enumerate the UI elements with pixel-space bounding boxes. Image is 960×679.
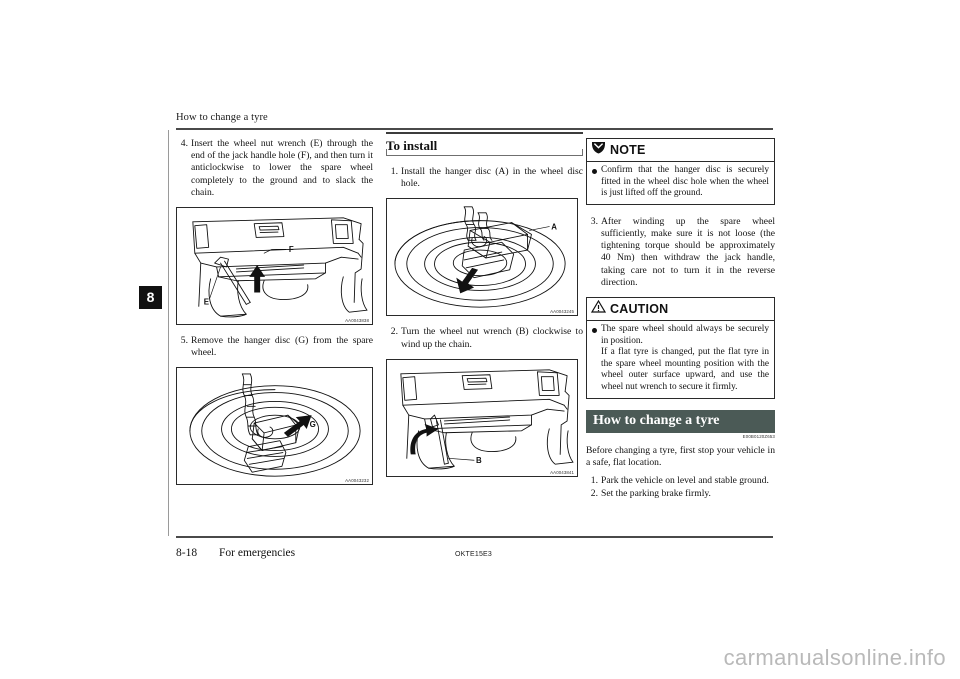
change-tyre-steps: 1. Park the vehicle on level and stable … xyxy=(586,475,775,500)
list-item: 2. Turn the wheel nut wrench (B) clockwi… xyxy=(386,326,583,350)
list-item: 3. After winding up the spare wheel suff… xyxy=(586,216,775,289)
figure-1-label-f: F xyxy=(289,245,294,254)
section-rule-bottom xyxy=(386,155,583,156)
caution-body: The spare wheel should always be securel… xyxy=(587,321,774,398)
install-step-2-number: 2. xyxy=(390,326,398,338)
section-tick-right xyxy=(582,149,583,156)
install-step-2-list: 2. Turn the wheel nut wrench (B) clockwi… xyxy=(386,326,583,350)
step-4-list: 4. Insert the wheel nut wrench (E) throu… xyxy=(176,138,373,199)
figure-wrench-clockwise: B AA0043841 xyxy=(386,358,578,477)
list-item: 1. Install the hanger disc (A) in the wh… xyxy=(386,166,583,190)
note-body: Confirm that the hanger disc is securely… xyxy=(587,162,774,204)
figure-4-label-b: B xyxy=(476,456,482,465)
figure-1-code: AA0043838 xyxy=(345,318,369,324)
install-step-1-list: 1. Install the hanger disc (A) in the wh… xyxy=(386,166,583,190)
step-4-number: 4. xyxy=(180,138,188,149)
list-item: 2. Set the parking brake firmly. xyxy=(586,488,775,500)
figure-1-label-e: E xyxy=(204,297,209,306)
step-4-text: Insert the wheel nut wrench (E) through … xyxy=(191,138,373,198)
step-3-list: 3. After winding up the spare wheel suff… xyxy=(586,216,775,289)
note-title: NOTE xyxy=(610,143,646,157)
footer-rule xyxy=(176,536,773,538)
install-step-1-number: 1. xyxy=(390,166,398,177)
list-item: 5. Remove the hanger disc (G) from the s… xyxy=(176,335,373,359)
step-3-text: After winding up the spare wheel suffici… xyxy=(601,215,775,288)
running-header: How to change a tyre xyxy=(176,112,268,123)
footer-page-number: 8-18 xyxy=(176,547,198,559)
section-heading-to-install: To install xyxy=(386,132,583,156)
step-5-number: 5. xyxy=(180,335,188,347)
figure-4-illustration: B xyxy=(400,369,574,470)
step-5-text: Remove the hanger disc (G) from the spar… xyxy=(191,335,373,359)
figure-4-code: AA0043841 xyxy=(550,469,574,475)
section-heading-text: To install xyxy=(386,138,438,153)
figure-3-code: AA0043245 xyxy=(550,309,574,315)
bullet-dot-icon xyxy=(592,327,597,333)
column-middle: To install 1. Install the hanger disc (A… xyxy=(386,132,583,486)
footer-section-name: For emergencies xyxy=(219,547,296,559)
figure-2-label-g: G xyxy=(310,420,316,429)
note-bullet-text: Confirm that the hanger disc is securely… xyxy=(601,165,769,199)
caution-bullet-line1: The spare wheel should always be securel… xyxy=(601,324,769,346)
figure-1-illustration: F E xyxy=(192,217,368,318)
chapter-tab-8: 8 xyxy=(139,286,162,309)
section-banner-how-to-change-a-tyre: How to change a tyre xyxy=(586,409,775,433)
install-step-1-text: Install the hanger disc (A) in the wheel… xyxy=(401,166,583,190)
note-bullet: Confirm that the hanger disc is securely… xyxy=(592,165,769,200)
step-3-number: 3. xyxy=(590,215,598,227)
list-item: 1. Park the vehicle on level and stable … xyxy=(586,475,775,487)
warning-triangle-icon xyxy=(590,299,607,318)
note-icon xyxy=(591,141,606,159)
manual-page: How to change a tyre 8 4. Insert the whe… xyxy=(0,0,960,622)
figure-hanger-disc-install: A AA0043245 xyxy=(386,198,578,317)
change-step-1-text: Park the vehicle on level and stable gro… xyxy=(601,474,769,486)
figure-2-illustration: G xyxy=(189,373,361,477)
caution-header: CAUTION xyxy=(587,298,774,321)
note-header: NOTE xyxy=(587,139,774,162)
header-rule xyxy=(176,128,773,130)
caution-box: CAUTION The spare wheel should always be… xyxy=(586,297,775,399)
chapter-tab-rule xyxy=(168,130,169,536)
site-watermark: carmanualsonline.info xyxy=(723,645,946,670)
figure-2-code: AA0043232 xyxy=(345,478,369,484)
change-step-2-text: Set the parking brake firmly. xyxy=(601,488,711,500)
bullet-dot-icon xyxy=(592,168,597,174)
caution-title: CAUTION xyxy=(610,302,669,316)
list-item: 4. Insert the wheel nut wrench (E) throu… xyxy=(176,138,373,199)
note-box: NOTE Confirm that the hanger disc is sec… xyxy=(586,138,775,205)
footer-doc-code: OKTE15E3 xyxy=(455,551,493,558)
figure-spare-wheel-hanger-disc-remove: G AA0043232 xyxy=(176,367,373,486)
section-tick-left xyxy=(386,149,387,156)
figure-3-label-a: A xyxy=(551,223,557,232)
figure-3-illustration: A xyxy=(394,206,566,308)
column-left: 4. Insert the wheel nut wrench (E) throu… xyxy=(176,138,373,494)
change-step-1-number: 1. xyxy=(590,474,598,486)
figure-rear-underbody-wrench: F E AA0043838 xyxy=(176,207,373,326)
caution-bullet: The spare wheel should always be securel… xyxy=(592,324,769,394)
column-right: NOTE Confirm that the hanger disc is sec… xyxy=(586,138,775,508)
step-5-list: 5. Remove the hanger disc (G) from the s… xyxy=(176,335,373,359)
caution-bullet-line2: If a flat tyre is changed, put the flat … xyxy=(601,347,769,392)
install-step-2-text: Turn the wheel nut wrench (B) clockwise … xyxy=(401,326,583,350)
change-step-2-number: 2. xyxy=(590,488,598,500)
intro-paragraph: Before changing a tyre, first stop your … xyxy=(586,444,775,468)
section-rule-top xyxy=(386,132,583,134)
section-banner-code: E00B0120Z653 xyxy=(742,433,775,439)
